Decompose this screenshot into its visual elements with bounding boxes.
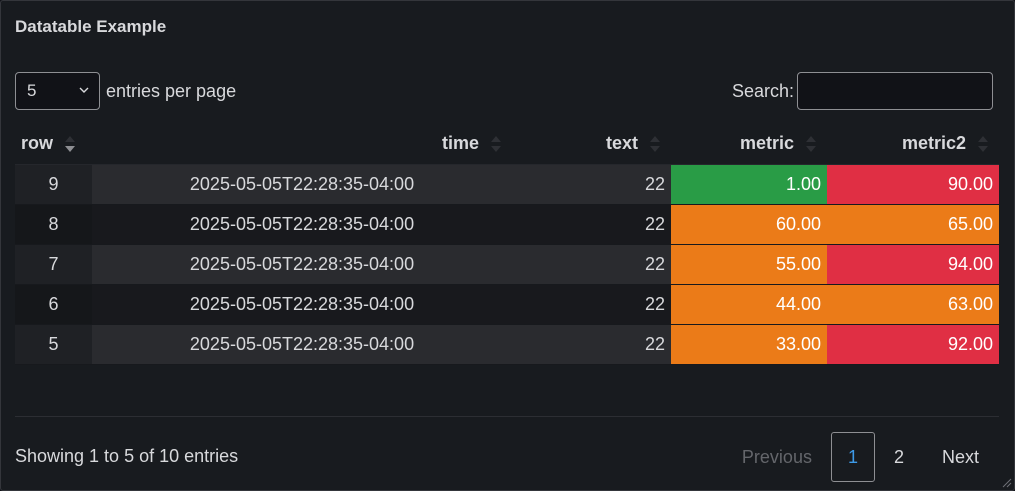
- cell-metric2: 65.00: [827, 204, 999, 245]
- sort-descending-icon: [65, 135, 76, 152]
- resize-handle-icon[interactable]: [1000, 476, 1012, 488]
- cell-time: 2025-05-05T22:28:35-04:00: [92, 324, 512, 365]
- column-header-row[interactable]: row: [15, 124, 92, 165]
- column-header-metric2[interactable]: metric2: [827, 124, 999, 165]
- entries-per-page-value: 5: [27, 81, 37, 100]
- cell-metric: 1.00: [671, 164, 827, 205]
- table-row: 9 2025-05-05T22:28:35-04:00 22 1.00 90.0…: [15, 164, 999, 205]
- cell-text: 22: [512, 284, 671, 325]
- cell-row: 5: [15, 324, 92, 365]
- chevron-down-icon: [79, 87, 89, 93]
- cell-time: 2025-05-05T22:28:35-04:00: [92, 284, 512, 325]
- datatable-panel: Datatable Example 5 entries per page Sea…: [0, 0, 1015, 491]
- cell-text: 22: [512, 164, 671, 205]
- sort-icon: [806, 135, 816, 152]
- cell-row: 6: [15, 284, 92, 325]
- cell-time: 2025-05-05T22:28:35-04:00: [92, 164, 512, 205]
- cell-metric2: 94.00: [827, 244, 999, 285]
- table-row: 7 2025-05-05T22:28:35-04:00 22 55.00 94.…: [15, 244, 999, 285]
- search-label: Search:: [731, 81, 794, 101]
- search-input[interactable]: [797, 72, 993, 110]
- column-header-label: text: [605, 132, 638, 153]
- cell-row: 8: [15, 204, 92, 245]
- cell-row: 9: [15, 164, 92, 205]
- cell-metric: 44.00: [671, 284, 827, 325]
- cell-row: 7: [15, 244, 92, 285]
- cell-text: 22: [512, 244, 671, 285]
- sort-icon: [491, 135, 501, 152]
- cell-metric2: 90.00: [827, 164, 999, 205]
- cell-metric2: 92.00: [827, 324, 999, 365]
- cell-text: 22: [512, 324, 671, 365]
- table-row: 5 2025-05-05T22:28:35-04:00 22 33.00 92.…: [15, 324, 999, 365]
- cell-metric: 55.00: [671, 244, 827, 285]
- data-table: row time text metric metric2 9 2025-05-0…: [15, 124, 999, 365]
- page-button-1[interactable]: 1: [830, 432, 875, 482]
- column-header-label: metric: [739, 132, 794, 153]
- page-button-2[interactable]: 2: [875, 432, 923, 482]
- column-header-label: row: [21, 132, 54, 153]
- next-page-button[interactable]: Next: [923, 432, 998, 482]
- entries-per-page-label: entries per page: [106, 81, 237, 101]
- cell-time: 2025-05-05T22:28:35-04:00: [92, 244, 512, 285]
- panel-title: Datatable Example: [15, 17, 167, 36]
- footer-divider: [15, 416, 999, 417]
- entries-per-page-select[interactable]: 5: [15, 72, 100, 110]
- sort-icon: [650, 135, 660, 152]
- sort-icon: [978, 135, 988, 152]
- table-row: 8 2025-05-05T22:28:35-04:00 22 60.00 65.…: [15, 204, 999, 245]
- cell-metric: 33.00: [671, 324, 827, 365]
- column-header-time[interactable]: time: [92, 124, 512, 165]
- column-header-text[interactable]: text: [512, 124, 671, 165]
- cell-time: 2025-05-05T22:28:35-04:00: [92, 204, 512, 245]
- column-header-metric[interactable]: metric: [671, 124, 827, 165]
- cell-metric2: 63.00: [827, 284, 999, 325]
- table-row: 6 2025-05-05T22:28:35-04:00 22 44.00 63.…: [15, 284, 999, 325]
- table-info: Showing 1 to 5 of 10 entries: [15, 446, 239, 466]
- table-controls: 5 entries per page Search:: [15, 72, 993, 110]
- column-header-label: metric2: [901, 132, 966, 153]
- previous-page-button[interactable]: Previous: [723, 432, 831, 482]
- cell-text: 22: [512, 204, 671, 245]
- pagination: Previous 1 2 Next: [723, 432, 998, 482]
- column-header-label: time: [441, 132, 479, 153]
- cell-metric: 60.00: [671, 204, 827, 245]
- table-header-row: row time text metric metric2: [15, 124, 999, 165]
